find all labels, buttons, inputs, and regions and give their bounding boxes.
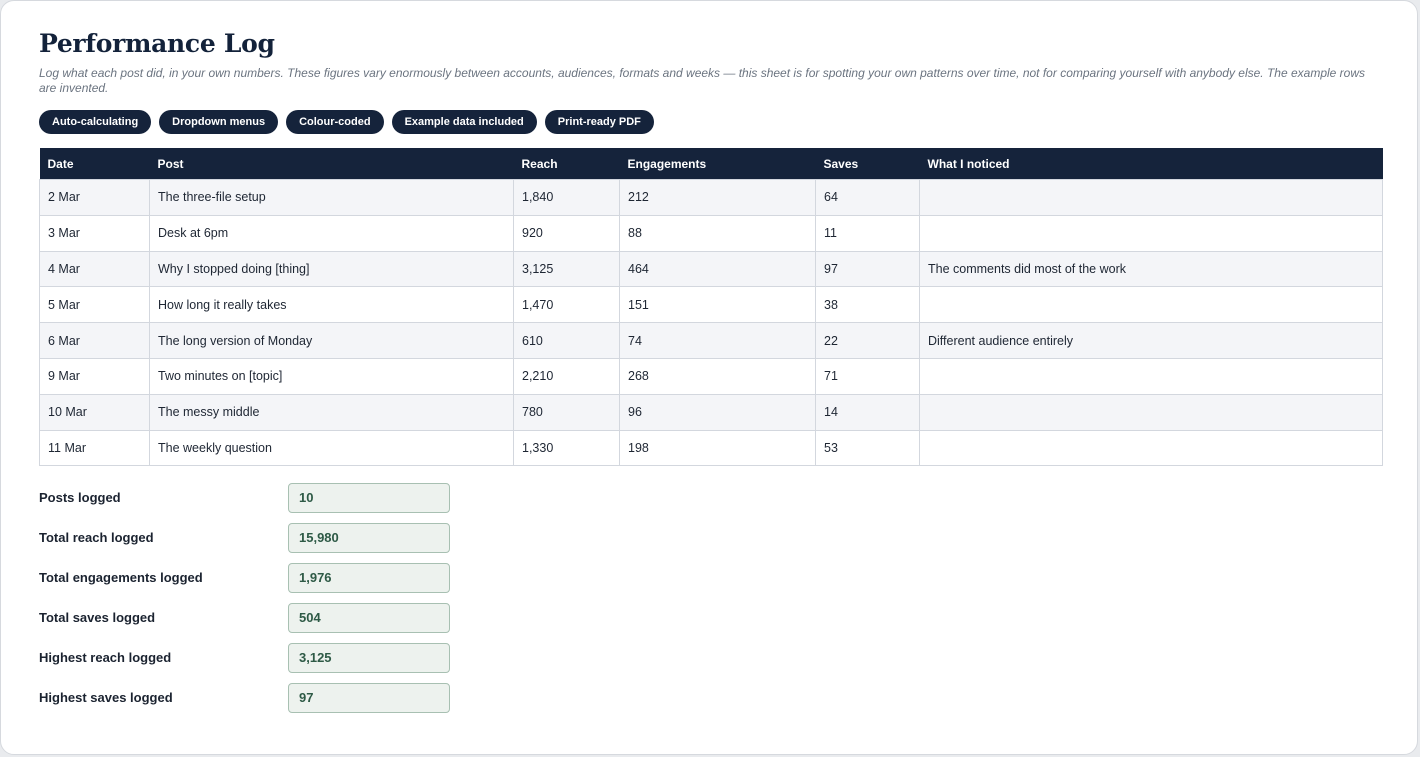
- summary-value-box: 15,980: [288, 523, 450, 553]
- summary-value-box: 97: [288, 683, 450, 713]
- table-row: 10 Mar The messy middle 780 96 14: [39, 393, 1383, 431]
- table-row: 11 Mar The weekly question 1,330 198 53: [39, 429, 1383, 467]
- cell-saves[interactable]: 22: [815, 322, 920, 359]
- cell-date[interactable]: 3 Mar: [39, 214, 150, 252]
- cell-saves[interactable]: 64: [815, 179, 920, 216]
- cell-reach[interactable]: 1,330: [513, 429, 620, 467]
- summary-label: Highest saves logged: [39, 690, 173, 705]
- cell-date[interactable]: 5 Mar: [39, 286, 150, 324]
- cell-what-i-noticed[interactable]: [919, 179, 1383, 216]
- cell-saves[interactable]: 71: [815, 357, 920, 395]
- summary-value-box: 3,125: [288, 643, 450, 673]
- cell-date[interactable]: 9 Mar: [39, 357, 150, 395]
- cell-what-i-noticed[interactable]: [919, 214, 1383, 252]
- cell-engagements[interactable]: 96: [619, 393, 816, 431]
- page-subtitle: Log what each post did, in your own numb…: [39, 66, 1365, 95]
- column-header-what-i-noticed: What I noticed: [919, 148, 1383, 180]
- cell-saves[interactable]: 53: [815, 429, 920, 467]
- pill-colour-coded: Colour-coded: [286, 110, 384, 134]
- cell-engagements[interactable]: 88: [619, 214, 816, 252]
- cell-what-i-noticed[interactable]: [919, 429, 1383, 467]
- pill-print-ready-pdf: Print-ready PDF: [544, 110, 654, 134]
- cell-saves[interactable]: 14: [815, 393, 920, 431]
- pill-auto-calculating: Auto-calculating: [39, 110, 152, 134]
- cell-reach[interactable]: 2,210: [513, 357, 620, 395]
- cell-reach[interactable]: 920: [513, 214, 620, 252]
- column-header-post: Post: [149, 148, 514, 180]
- table-header-row: Date Post Reach Engagements Saves What I…: [39, 148, 1383, 180]
- cell-date[interactable]: 11 Mar: [39, 429, 150, 467]
- column-header-date: Date: [39, 148, 150, 180]
- cell-reach[interactable]: 780: [513, 393, 620, 431]
- cell-what-i-noticed[interactable]: The comments did most of the work: [919, 250, 1383, 288]
- cell-engagements[interactable]: 74: [619, 322, 816, 359]
- column-header-reach: Reach: [513, 148, 620, 180]
- cell-saves[interactable]: 97: [815, 250, 920, 288]
- performance-log-sheet: Performance Log Log what each post did, …: [0, 0, 1418, 755]
- table-row: 4 Mar Why I stopped doing [thing] 3,125 …: [39, 250, 1383, 288]
- summary-value-box: 1,976: [288, 563, 450, 593]
- cell-what-i-noticed[interactable]: [919, 286, 1383, 324]
- pill-dropdown-menus: Dropdown menus: [159, 110, 279, 134]
- page-title: Performance Log: [39, 29, 275, 58]
- cell-date[interactable]: 2 Mar: [39, 179, 150, 216]
- cell-reach[interactable]: 3,125: [513, 250, 620, 288]
- cell-post[interactable]: The weekly question: [149, 429, 514, 467]
- cell-engagements[interactable]: 151: [619, 286, 816, 324]
- cell-saves[interactable]: 38: [815, 286, 920, 324]
- table-row: 6 Mar The long version of Monday 610 74 …: [39, 322, 1383, 359]
- cell-post[interactable]: The messy middle: [149, 393, 514, 431]
- column-header-saves: Saves: [815, 148, 920, 180]
- summary-label: Total engagements logged: [39, 570, 203, 585]
- cell-reach[interactable]: 1,840: [513, 179, 620, 216]
- summary-value-box: 10: [288, 483, 450, 513]
- table-row: 3 Mar Desk at 6pm 920 88 11: [39, 214, 1383, 252]
- column-header-engagements: Engagements: [619, 148, 816, 180]
- cell-what-i-noticed[interactable]: Different audience entirely: [919, 322, 1383, 359]
- cell-reach[interactable]: 610: [513, 322, 620, 359]
- cell-post[interactable]: Desk at 6pm: [149, 214, 514, 252]
- table-row: 2 Mar The three-file setup 1,840 212 64: [39, 179, 1383, 216]
- cell-date[interactable]: 10 Mar: [39, 393, 150, 431]
- cell-reach[interactable]: 1,470: [513, 286, 620, 324]
- cell-engagements[interactable]: 268: [619, 357, 816, 395]
- feature-pills: Auto-calculating Dropdown menus Colour-c…: [39, 110, 654, 134]
- cell-what-i-noticed[interactable]: [919, 393, 1383, 431]
- table-row: 5 Mar How long it really takes 1,470 151…: [39, 286, 1383, 324]
- cell-post[interactable]: The long version of Monday: [149, 322, 514, 359]
- summary-label: Posts logged: [39, 490, 121, 505]
- cell-post[interactable]: Two minutes on [topic]: [149, 357, 514, 395]
- cell-post[interactable]: The three-file setup: [149, 179, 514, 216]
- cell-post[interactable]: How long it really takes: [149, 286, 514, 324]
- summary-label: Highest reach logged: [39, 650, 172, 665]
- cell-date[interactable]: 4 Mar: [39, 250, 150, 288]
- pill-example-data: Example data included: [391, 110, 537, 134]
- cell-what-i-noticed[interactable]: [919, 357, 1383, 395]
- summary-value-box: 504: [288, 603, 450, 633]
- cell-engagements[interactable]: 198: [619, 429, 816, 467]
- summary-label: Total saves logged: [39, 610, 156, 625]
- cell-post[interactable]: Why I stopped doing [thing]: [149, 250, 514, 288]
- cell-engagements[interactable]: 212: [619, 179, 816, 216]
- cell-engagements[interactable]: 464: [619, 250, 816, 288]
- summary-label: Total reach logged: [39, 530, 154, 545]
- cell-date[interactable]: 6 Mar: [39, 322, 150, 359]
- cell-saves[interactable]: 11: [815, 214, 920, 252]
- performance-table: Date Post Reach Engagements Saves What I…: [39, 148, 1383, 467]
- table-row: 9 Mar Two minutes on [topic] 2,210 268 7…: [39, 357, 1383, 395]
